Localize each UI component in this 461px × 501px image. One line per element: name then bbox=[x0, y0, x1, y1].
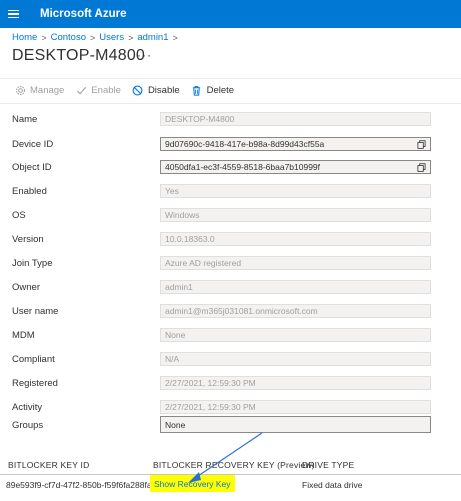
copy-icon[interactable] bbox=[417, 163, 426, 172]
manage-label: Manage bbox=[30, 85, 65, 96]
compliant-field: N/A bbox=[160, 352, 431, 366]
name-field: DESKTOP-M4800 bbox=[160, 112, 431, 126]
drive-type-header: DRIVE TYPE bbox=[302, 460, 355, 470]
chevron-right-icon: > bbox=[128, 32, 134, 43]
mdm-field: None bbox=[160, 328, 431, 342]
disable-label: Disable bbox=[147, 85, 180, 96]
toolbar-divider bbox=[0, 103, 461, 104]
chevron-right-icon: > bbox=[90, 32, 96, 43]
prop-label-activity: Activity bbox=[12, 401, 43, 413]
prop-label-enabled: Enabled bbox=[12, 185, 47, 197]
prop-label-join-type: Join Type bbox=[12, 257, 53, 269]
object-id-value: 4050dfa1-ec3f-4559-8518-6baa7b10999f bbox=[165, 162, 321, 172]
gear-icon bbox=[14, 85, 26, 97]
prop-label-object-id: Object ID bbox=[12, 161, 52, 173]
version-field: 10.0.18363.0 bbox=[160, 232, 431, 246]
prop-label-owner: Owner bbox=[12, 281, 40, 293]
show-recovery-key-link[interactable]: Show Recovery Key bbox=[150, 475, 235, 492]
breadcrumb-users[interactable]: Users bbox=[99, 32, 124, 43]
prop-label-groups: Groups bbox=[12, 419, 44, 431]
copy-icon[interactable] bbox=[417, 140, 426, 149]
chevron-right-icon: > bbox=[172, 32, 178, 43]
drive-type-cell: Fixed data drive bbox=[302, 480, 363, 490]
prop-label-registered: Registered bbox=[12, 377, 58, 389]
breadcrumb: Home > Contoso > Users > admin1 > bbox=[12, 32, 182, 43]
prop-label-compliant: Compliant bbox=[12, 353, 55, 365]
prop-label-name: Name bbox=[12, 113, 38, 125]
checkmark-icon bbox=[75, 85, 87, 97]
top-bar: Microsoft Azure bbox=[0, 0, 461, 28]
prop-label-device-id: Device ID bbox=[12, 138, 54, 150]
bitlocker-recovery-key-header: BITLOCKER RECOVERY KEY (Preview) bbox=[153, 460, 315, 470]
enable-button[interactable]: Enable bbox=[75, 85, 121, 97]
manage-button[interactable]: Manage bbox=[14, 85, 64, 97]
brand-name[interactable]: Microsoft Azure bbox=[40, 8, 126, 20]
enabled-field: Yes bbox=[160, 184, 431, 198]
prop-label-mdm: MDM bbox=[12, 329, 35, 341]
prop-label-version: Version bbox=[12, 233, 44, 245]
hamburger-icon[interactable] bbox=[0, 0, 26, 28]
page-title: DESKTOP-M4800 bbox=[12, 47, 146, 64]
registered-field: 2/27/2021, 12:59:30 PM bbox=[160, 376, 431, 390]
breadcrumb-admin1[interactable]: admin1 bbox=[137, 32, 168, 43]
groups-field[interactable]: None bbox=[160, 416, 431, 433]
owner-field: admin1 bbox=[160, 280, 431, 294]
device-id-field: 9d07690c-9418-417e-b98a-8d99d43cf55a bbox=[160, 137, 431, 151]
block-icon bbox=[132, 85, 144, 97]
delete-label: Delete bbox=[206, 85, 235, 96]
prop-label-os: OS bbox=[12, 209, 26, 221]
chevron-right-icon: > bbox=[41, 32, 47, 43]
activity-field: 2/27/2021, 12:59:30 PM bbox=[160, 400, 431, 414]
device-id-value: 9d07690c-9418-417e-b98a-8d99d43cf55a bbox=[165, 139, 325, 149]
enable-label: Enable bbox=[91, 85, 121, 96]
bitlocker-key-id-cell: 89e593f9-cf7d-47f2-850b-f59f6fa288fa bbox=[6, 480, 152, 490]
os-field: Windows bbox=[160, 208, 431, 222]
disable-button[interactable]: Disable bbox=[132, 85, 180, 97]
breadcrumb-contoso[interactable]: Contoso bbox=[51, 32, 86, 43]
delete-button[interactable]: Delete bbox=[191, 85, 234, 97]
bitlocker-key-id-header: BITLOCKER KEY ID bbox=[8, 460, 90, 470]
command-bar: Manage Enable Disable Delete bbox=[0, 78, 461, 102]
user-name-field: admin1@m365j031081.onmicrosoft.com bbox=[160, 304, 431, 318]
more-options-button[interactable]: ··· bbox=[137, 48, 152, 62]
trash-icon bbox=[191, 85, 203, 97]
breadcrumb-home[interactable]: Home bbox=[12, 32, 37, 43]
object-id-field: 4050dfa1-ec3f-4559-8518-6baa7b10999f bbox=[160, 160, 431, 174]
join-type-field: Azure AD registered bbox=[160, 256, 431, 270]
prop-label-user-name: User name bbox=[12, 305, 59, 317]
